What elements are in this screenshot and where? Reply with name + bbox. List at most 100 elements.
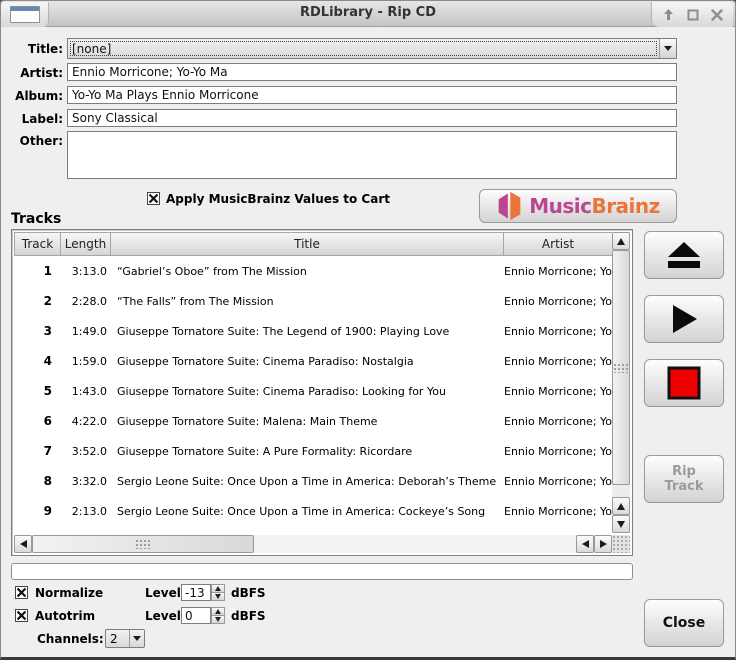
play-icon — [668, 303, 700, 335]
track-length-cell: 3:32.0 — [61, 475, 112, 488]
column-header-artist[interactable]: Artist — [503, 232, 613, 256]
vertical-scrollbar[interactable] — [612, 232, 630, 533]
titlebar[interactable]: RDLibrary - Rip CD — [1, 1, 735, 27]
track-number-cell: 2 — [14, 294, 61, 308]
table-row[interactable]: 13:13.0“Gabriel’s Oboe” from The Mission… — [14, 256, 612, 286]
track-artist-cell: Ennio Morricone; Yo- — [502, 445, 612, 458]
column-header-track[interactable]: Track — [14, 232, 61, 256]
track-title-cell: “Gabriel’s Oboe” from The Mission — [112, 265, 502, 278]
close-window-button[interactable] — [709, 7, 725, 23]
stop-button[interactable] — [644, 359, 724, 407]
eject-icon — [664, 240, 704, 270]
autotrim-unit-label: dBFS — [231, 609, 266, 623]
musicbrainz-button[interactable]: MusicBrainz — [479, 189, 677, 223]
resize-grip[interactable] — [612, 535, 630, 553]
track-artist-cell: Ennio Morricone; Yo- — [502, 265, 612, 278]
table-row[interactable]: 22:28.0“The Falls” from The MissionEnnio… — [14, 286, 612, 316]
eject-button[interactable] — [644, 231, 724, 279]
title-label: Title: — [1, 42, 63, 56]
track-length-cell: 3:52.0 — [61, 445, 112, 458]
table-row[interactable]: 83:32.0Sergio Leone Suite: Once Upon a T… — [14, 466, 612, 496]
normalize-level-down-button[interactable] — [211, 593, 225, 601]
scroll-left-button[interactable] — [14, 535, 32, 553]
track-length-cell: 1:43.0 — [61, 385, 112, 398]
track-length-cell: 1:49.0 — [61, 325, 112, 338]
autotrim-level-down-button[interactable] — [211, 616, 225, 624]
channels-combobox-arrow[interactable] — [129, 630, 144, 647]
label-field[interactable] — [67, 109, 677, 127]
arrow-left-icon — [20, 540, 27, 548]
chevron-down-icon — [664, 46, 672, 51]
artist-field[interactable] — [67, 63, 677, 81]
play-button[interactable] — [644, 295, 724, 343]
channels-combobox[interactable]: 2 — [105, 629, 145, 648]
track-artist-cell: Ennio Morricone; Yo- — [502, 355, 612, 368]
scroll-right-button[interactable] — [594, 535, 612, 553]
title-combobox-arrow[interactable] — [659, 39, 676, 58]
rip-cd-dialog: RDLibrary - Rip CD Title: [none] — [0, 0, 736, 660]
close-button[interactable]: Close — [644, 599, 724, 647]
close-button-label: Close — [663, 615, 706, 631]
autotrim-checkbox[interactable] — [15, 609, 28, 622]
autotrim-level-input[interactable] — [181, 607, 211, 624]
track-length-cell: 2:28.0 — [61, 295, 112, 308]
rip-track-label-line1: Rip — [672, 464, 696, 479]
track-artist-cell: Ennio Morricone; Yo- — [502, 475, 612, 488]
scroll-down-button[interactable] — [612, 515, 630, 533]
arrow-left-icon — [582, 540, 589, 548]
track-title-cell: Sergio Leone Suite: Once Upon a Time in … — [112, 505, 502, 518]
rip-progress-bar — [11, 563, 633, 580]
track-title-cell: Sergio Leone Suite: Once Upon a Time in … — [112, 475, 502, 488]
maximize-button[interactable] — [685, 7, 701, 23]
checkmark-x-icon — [148, 193, 159, 204]
column-header-length[interactable]: Length — [60, 232, 111, 256]
column-header-title[interactable]: Title — [110, 232, 504, 256]
horizontal-scrollbar[interactable] — [14, 535, 612, 553]
album-field[interactable] — [67, 86, 677, 104]
track-artist-cell: Ennio Morricone; Yo- — [502, 295, 612, 308]
shade-button[interactable] — [660, 7, 676, 23]
horizontal-scrollbar-thumb[interactable] — [32, 535, 254, 553]
window-controls — [651, 2, 733, 27]
table-row[interactable]: 73:52.0Giuseppe Tornatore Suite: A Pure … — [14, 436, 612, 466]
scroll-left-button-right[interactable] — [576, 535, 594, 553]
apply-musicbrainz-checkbox[interactable] — [147, 192, 160, 205]
track-artist-cell: Ennio Morricone; Yo- — [502, 505, 612, 518]
channels-label: Channels: — [37, 632, 104, 646]
track-number-cell: 6 — [14, 414, 61, 428]
table-row[interactable]: 64:22.0Giuseppe Tornatore Suite: Malena:… — [14, 406, 612, 436]
checkmark-x-icon — [16, 610, 27, 621]
scroll-up-button[interactable] — [612, 232, 630, 250]
table-row[interactable]: 51:43.0Giuseppe Tornatore Suite: Cinema … — [14, 376, 612, 406]
table-row[interactable]: 31:49.0Giuseppe Tornatore Suite: The Leg… — [14, 316, 612, 346]
track-artist-cell: Ennio Morricone; Yo- — [502, 385, 612, 398]
close-icon — [711, 9, 723, 21]
normalize-unit-label: dBFS — [231, 586, 266, 600]
track-rows: 13:13.0“Gabriel’s Oboe” from The Mission… — [14, 256, 612, 533]
arrow-up-icon — [215, 609, 221, 614]
normalize-level-input[interactable] — [181, 584, 211, 601]
vertical-scrollbar-thumb[interactable] — [612, 250, 630, 485]
title-combobox[interactable]: [none] — [67, 38, 677, 59]
table-row[interactable]: 92:13.0Sergio Leone Suite: Once Upon a T… — [14, 496, 612, 526]
track-artist-cell: Ennio Morricone; Yo- — [502, 325, 612, 338]
normalize-level-up-button[interactable] — [211, 584, 225, 593]
arrow-down-icon — [617, 521, 625, 528]
track-number-cell: 9 — [14, 504, 61, 518]
other-field[interactable] — [67, 131, 677, 179]
title-combobox-value: [none] — [68, 39, 659, 58]
autotrim-level-label: Level: — [145, 609, 186, 623]
scroll-up-button-bottom[interactable] — [612, 497, 630, 515]
tracks-heading: Tracks — [11, 211, 61, 227]
arrow-down-icon — [215, 594, 221, 599]
window-title: RDLibrary - Rip CD — [1, 5, 735, 20]
musicbrainz-logo-icon — [496, 191, 523, 221]
arrow-down-icon — [215, 617, 221, 622]
track-title-cell: Giuseppe Tornatore Suite: The Legend of … — [112, 325, 502, 338]
autotrim-level-up-button[interactable] — [211, 607, 225, 616]
maximize-icon — [687, 9, 699, 21]
rip-track-button[interactable]: Rip Track — [644, 455, 724, 503]
table-row[interactable]: 41:59.0Giuseppe Tornatore Suite: Cinema … — [14, 346, 612, 376]
normalize-checkbox[interactable] — [15, 586, 28, 599]
rip-track-label-line2: Track — [665, 479, 704, 494]
